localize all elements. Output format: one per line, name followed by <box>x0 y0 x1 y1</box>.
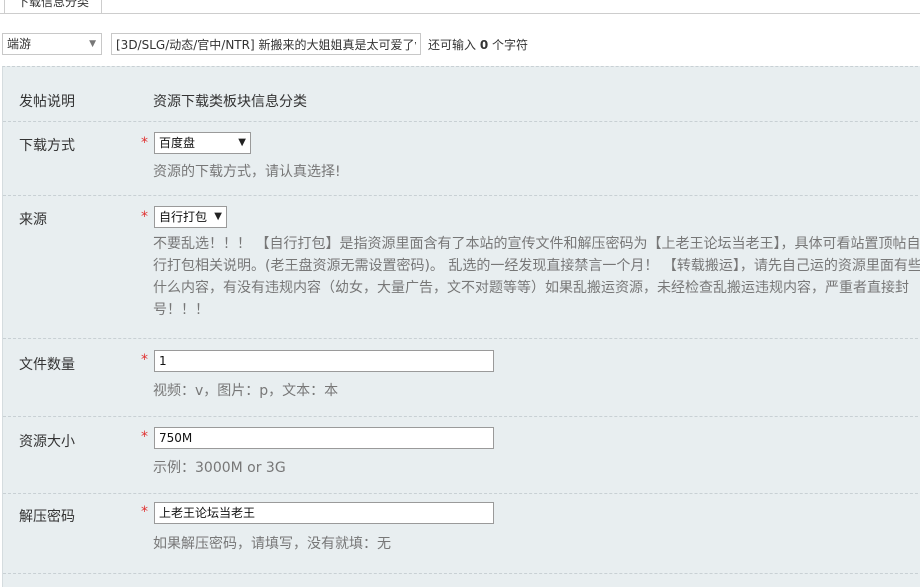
download-method-select[interactable]: 百度盘 ▼ <box>154 132 251 154</box>
file-count-label: 文件数量 <box>19 357 75 373</box>
row-download-method: 下载方式 * 百度盘 ▼ 资源的下载方式，请认真选择! <box>3 121 920 196</box>
password-input[interactable]: 上老王论坛当老王 <box>154 502 494 524</box>
download-method-value: 百度盘 <box>159 136 196 150</box>
file-count-hint: 视频：v，图片：p，文本：本 <box>153 383 339 399</box>
size-input[interactable]: 750M <box>154 427 494 449</box>
category-select-value: 端游 <box>7 37 32 51</box>
download-method-hint: 资源的下载方式，请认真选择! <box>153 164 341 180</box>
row-size: 资源大小 * 750M 示例：3000M or 3G <box>3 416 920 494</box>
remaining-prefix: 还可输入 <box>428 38 477 52</box>
form-panel: 发帖说明 资源下载类板块信息分类 下载方式 * 百度盘 ▼ 资源的下载方式，请认… <box>2 66 920 587</box>
required-mark: * <box>141 429 148 445</box>
intro-label: 发帖说明 <box>19 94 75 110</box>
required-mark: * <box>141 352 148 368</box>
source-hint: 不要乱选！！！ 【自行打包】是指资源里面含有了本站的宣传文件和解压密码为【上老王… <box>153 236 920 318</box>
remaining-suffix: 个字符 <box>492 38 529 52</box>
remaining-chars: 还可输入 0 个字符 <box>428 36 528 53</box>
row-password: 解压密码 * 上老王论坛当老王 如果解压密码，请填写，没有就填：无 <box>3 493 920 574</box>
title-row: 端游 ▼ 还可输入 0 个字符 <box>0 33 920 57</box>
row-file-count: 文件数量 * 1 视频：v，图片：p，文本：本 <box>3 338 920 417</box>
source-label: 来源 <box>19 212 47 228</box>
row-source: 来源 * 自行打包 ▼ 不要乱选！！！ 【自行打包】是指资源里面含有了本站的宣传… <box>3 195 920 339</box>
required-mark: * <box>141 209 148 225</box>
chevron-down-icon: ▼ <box>89 39 96 49</box>
source-select[interactable]: 自行打包 ▼ <box>154 206 227 228</box>
tab-download-category[interactable]: 下载信息分类 <box>4 0 103 13</box>
post-title-input[interactable] <box>111 33 421 55</box>
category-select[interactable]: 端游 ▼ <box>2 33 102 55</box>
row-intro: 发帖说明 资源下载类板块信息分类 <box>3 67 920 122</box>
size-hint: 示例：3000M or 3G <box>153 460 286 476</box>
password-label: 解压密码 <box>19 509 75 525</box>
required-mark: * <box>141 135 148 151</box>
download-method-label: 下载方式 <box>19 138 75 154</box>
required-mark: * <box>141 504 148 520</box>
password-hint: 如果解压密码，请填写，没有就填：无 <box>153 536 391 552</box>
source-value: 自行打包 <box>159 210 208 224</box>
remaining-count: 0 <box>479 38 489 52</box>
chevron-down-icon: ▼ <box>214 211 222 222</box>
file-count-input[interactable]: 1 <box>154 350 494 372</box>
size-label: 资源大小 <box>19 434 75 450</box>
tab-bar: 下载信息分类 <box>0 0 920 14</box>
chevron-down-icon: ▼ <box>238 137 246 148</box>
intro-value: 资源下载类板块信息分类 <box>153 94 307 110</box>
